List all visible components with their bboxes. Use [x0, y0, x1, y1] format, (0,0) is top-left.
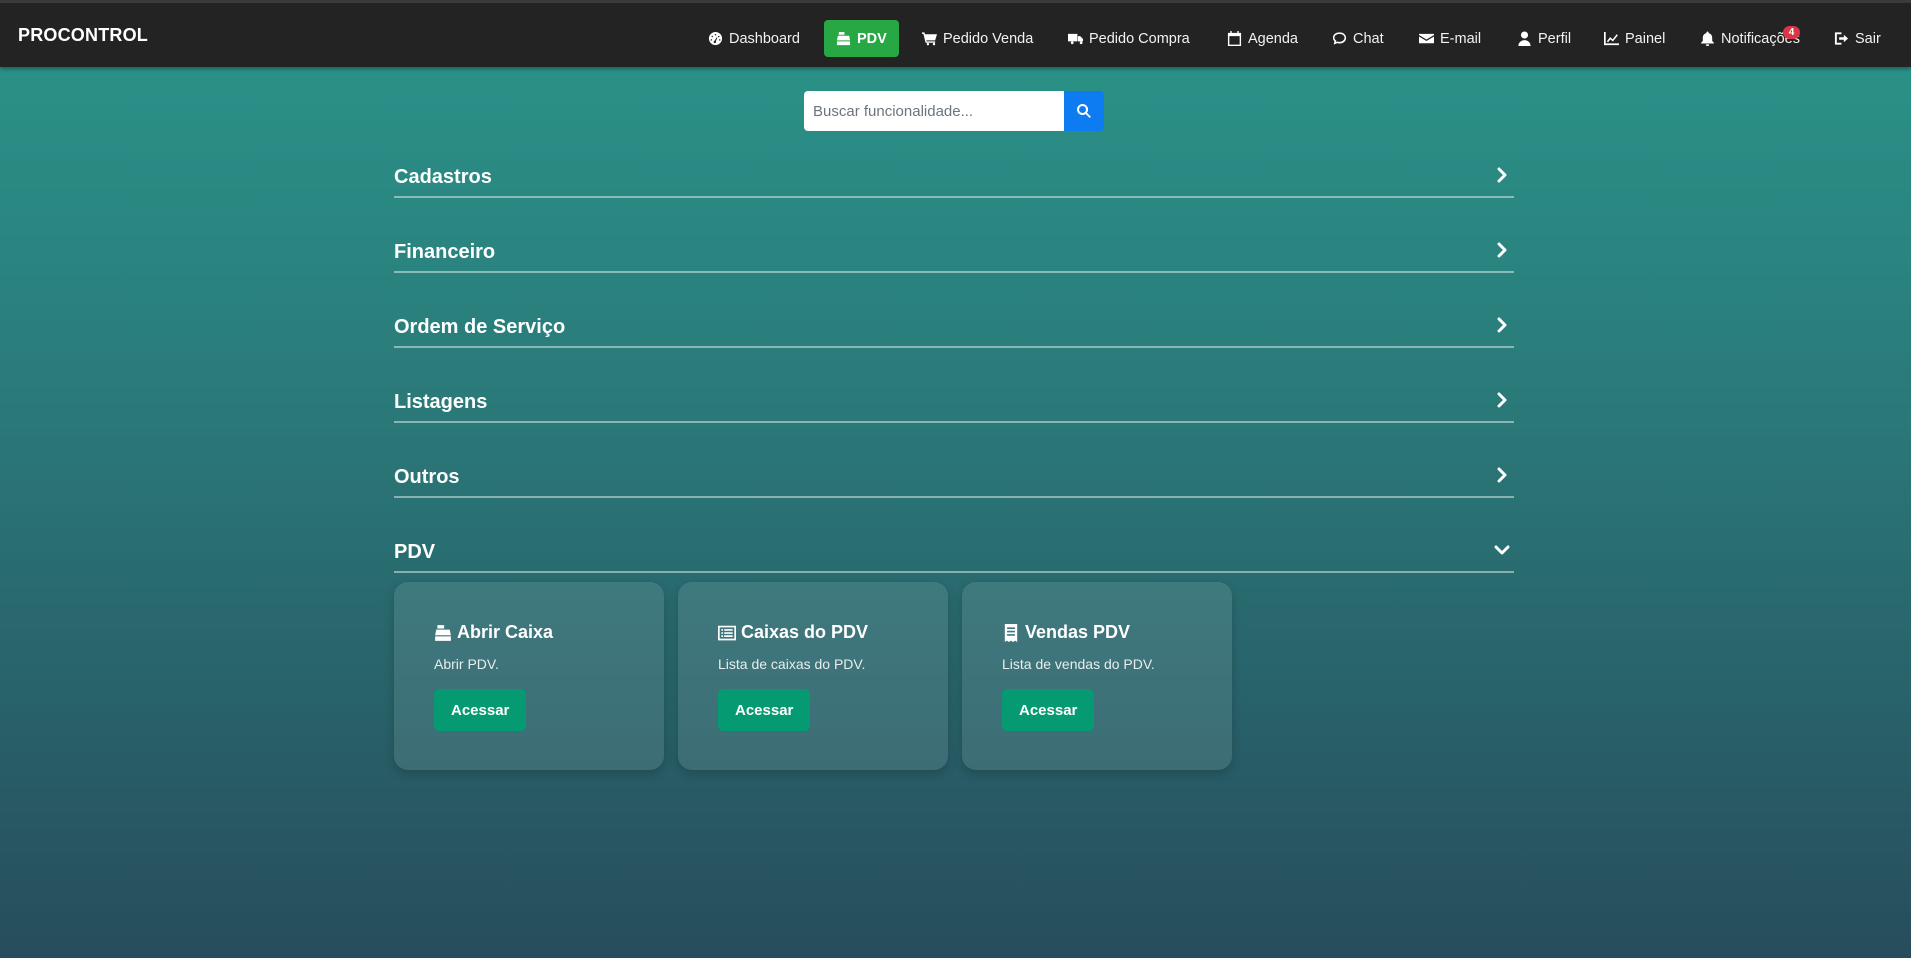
chevron-down-icon — [1494, 542, 1510, 558]
envelope-icon — [1419, 33, 1434, 44]
nav-dashboard-label: Dashboard — [729, 30, 800, 47]
section-title: Ordem de Serviço — [394, 316, 566, 338]
nav-pedido-venda[interactable]: Pedido Venda — [922, 20, 1033, 57]
nav-pedido-compra-label: Pedido Compra — [1089, 30, 1190, 47]
nav-pdv[interactable]: PDV — [824, 20, 899, 57]
cart-icon — [922, 32, 937, 46]
nav-pedido-compra[interactable]: Pedido Compra — [1068, 20, 1190, 57]
nav-agenda-label: Agenda — [1248, 30, 1298, 47]
nav-chat[interactable]: Chat — [1332, 20, 1384, 57]
card-title-text: Caixas do PDV — [741, 622, 869, 642]
notification-count-badge: 4 — [1783, 26, 1800, 39]
chevron-right-icon — [1494, 242, 1510, 258]
chat-icon — [1332, 32, 1347, 45]
truck-icon — [1068, 33, 1083, 45]
card-title: Caixas do PDV — [718, 622, 868, 643]
section-cadastros[interactable]: Cadastros — [394, 158, 1514, 198]
nav-dashboard[interactable]: Dashboard — [708, 20, 800, 57]
search-input[interactable] — [804, 91, 1064, 131]
chevron-right-icon — [1494, 392, 1510, 408]
card-description: Lista de caixas do PDV. — [718, 656, 866, 672]
card-title: Abrir Caixa — [434, 622, 553, 643]
cash-register-icon — [435, 624, 451, 641]
nav-pdv-label: PDV — [857, 30, 887, 47]
section-title: Listagens — [394, 391, 488, 413]
section-pdv[interactable]: PDV — [394, 533, 1514, 573]
search-icon — [1077, 104, 1091, 118]
acessar-button[interactable]: Acessar — [718, 689, 811, 731]
nav-perfil[interactable]: Perfil — [1517, 20, 1571, 57]
chart-icon — [1604, 31, 1619, 46]
main-nav: Dashboard PDV Pedido Venda Pedido Compra… — [0, 20, 1911, 58]
top-navbar: PROCONTROL Dashboard PDV Pedido Venda Pe… — [0, 0, 1911, 67]
section-title: Financeiro — [394, 241, 496, 263]
nav-pedido-venda-label: Pedido Venda — [943, 30, 1034, 47]
nav-painel-label: Painel — [1625, 30, 1666, 47]
calendar-icon — [1227, 31, 1242, 46]
nav-sair[interactable]: Sair — [1834, 20, 1881, 57]
search-button[interactable] — [1064, 91, 1104, 131]
section-outros[interactable]: Outros — [394, 458, 1514, 498]
section-title: PDV — [394, 541, 436, 563]
card-description: Lista de vendas do PDV. — [1002, 656, 1155, 672]
nav-notificacoes[interactable]: Notificações — [1700, 20, 1800, 57]
user-icon — [1518, 31, 1531, 46]
section-listagens[interactable]: Listagens — [394, 383, 1514, 423]
bell-icon — [1701, 31, 1714, 46]
list-icon — [718, 625, 736, 640]
nav-agenda[interactable]: Agenda — [1227, 20, 1298, 57]
card-title: Vendas PDV — [1002, 622, 1130, 643]
nav-email-label: E-mail — [1440, 30, 1482, 47]
nav-sair-label: Sair — [1855, 30, 1881, 47]
card-title-text: Abrir Caixa — [457, 622, 554, 642]
search-bar — [804, 91, 1104, 131]
nav-painel[interactable]: Painel — [1604, 20, 1665, 57]
receipt-icon — [1004, 623, 1018, 642]
nav-perfil-label: Perfil — [1538, 30, 1572, 47]
nav-email[interactable]: E-mail — [1419, 20, 1481, 57]
card-vendas-pdv: Vendas PDV Lista de vendas do PDV. Acess… — [962, 582, 1232, 770]
card-title-text: Vendas PDV — [1025, 622, 1131, 642]
section-title: Cadastros — [394, 166, 492, 188]
card-abrir-caixa: Abrir Caixa Abrir PDV. Acessar — [394, 582, 664, 770]
acessar-button[interactable]: Acessar — [1002, 689, 1095, 731]
chevron-right-icon — [1494, 467, 1510, 483]
sign-out-icon — [1834, 32, 1849, 45]
section-financeiro[interactable]: Financeiro — [394, 233, 1514, 273]
chevron-right-icon — [1494, 317, 1510, 333]
card-caixas-do-pdv: Caixas do PDV Lista de caixas do PDV. Ac… — [678, 582, 948, 770]
nav-chat-label: Chat — [1353, 30, 1384, 47]
dashboard-icon — [708, 31, 723, 46]
card-description: Abrir PDV. — [434, 656, 499, 672]
section-ordem-de-servico[interactable]: Ordem de Serviço — [394, 308, 1514, 348]
cash-register-icon — [836, 31, 851, 46]
chevron-right-icon — [1494, 167, 1510, 183]
section-title: Outros — [394, 466, 460, 488]
acessar-button[interactable]: Acessar — [434, 689, 527, 731]
